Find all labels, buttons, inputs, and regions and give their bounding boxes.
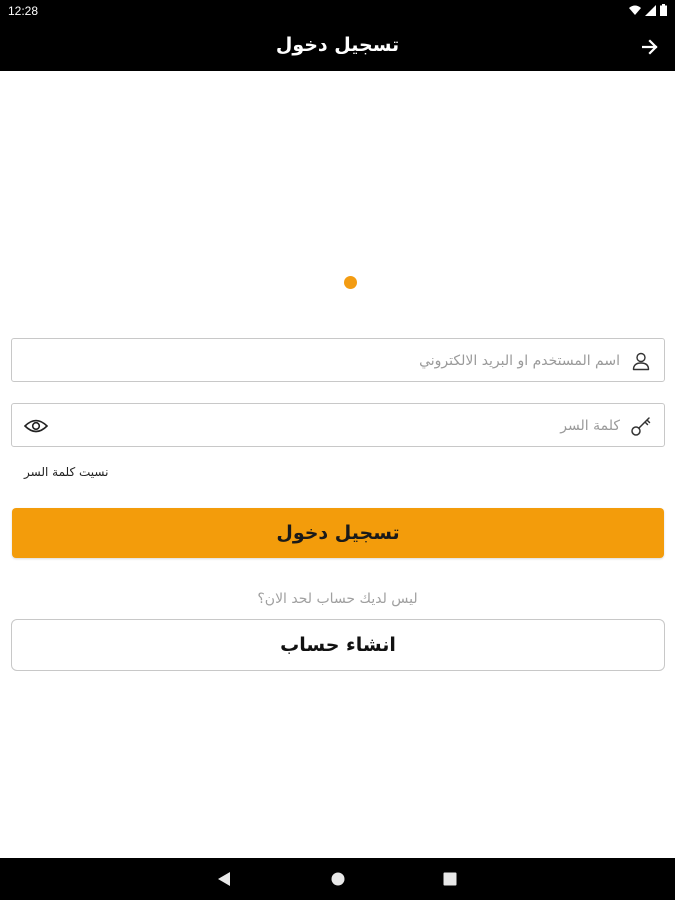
signal-icon xyxy=(645,4,656,16)
page-title: تسجيل دخول xyxy=(275,34,400,56)
key-icon xyxy=(630,415,652,437)
status-icons xyxy=(629,4,667,16)
eye-icon[interactable] xyxy=(24,415,48,437)
forgot-password-link[interactable]: نسيت كلمة السر xyxy=(24,465,108,479)
password-input[interactable] xyxy=(62,412,620,440)
create-account-button[interactable]: انشاء حساب xyxy=(11,619,665,671)
system-nav-bar xyxy=(0,858,675,900)
username-input[interactable] xyxy=(24,347,620,375)
status-bar: 12:28 xyxy=(0,0,675,22)
username-field[interactable] xyxy=(11,338,665,382)
login-button[interactable]: تسجيل دخول xyxy=(12,508,664,558)
back-button[interactable] xyxy=(637,34,663,60)
battery-icon xyxy=(660,4,667,16)
arrow-right-icon xyxy=(642,39,658,55)
back-triangle-icon[interactable] xyxy=(215,870,233,888)
password-field[interactable] xyxy=(11,403,665,447)
app-bar: تسجيل دخول xyxy=(0,22,675,71)
wifi-icon xyxy=(629,5,641,15)
no-account-text: ليس لديك حساب لحد الان؟ xyxy=(257,591,418,607)
user-icon xyxy=(630,350,652,372)
status-time: 12:28 xyxy=(8,4,39,18)
home-circle-icon[interactable] xyxy=(329,870,347,888)
loading-indicator xyxy=(344,276,357,289)
recents-square-icon[interactable] xyxy=(441,870,459,888)
